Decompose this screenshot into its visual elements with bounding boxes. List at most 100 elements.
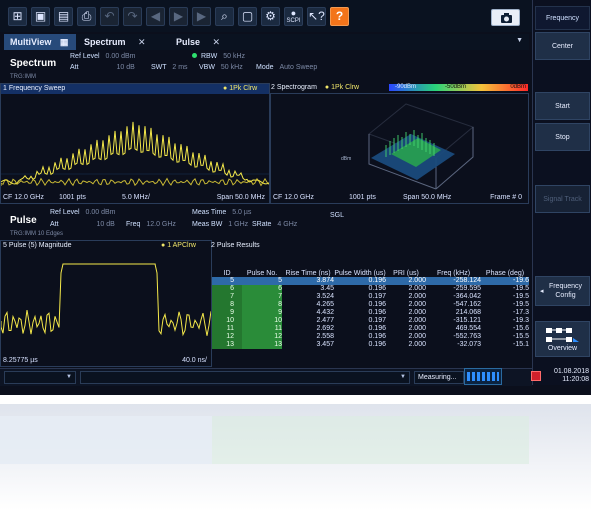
- spectrum-trigger: TRG:IMM: [10, 74, 36, 80]
- windows-icon[interactable]: ⊞: [8, 7, 27, 26]
- redo-icon[interactable]: ↷: [123, 7, 142, 26]
- camera-button[interactable]: [491, 9, 520, 26]
- save-icon[interactable]: ▤: [54, 7, 73, 26]
- status-date: 01.08.2018: [553, 368, 589, 375]
- pulse-meas-bw-value: 1 GHz: [228, 221, 249, 228]
- tab-close-icon[interactable]: ✕: [213, 37, 221, 47]
- table-row[interactable]: 13 13 3.457 0.196 2.000 -32.073 -15.1: [212, 341, 529, 349]
- spectrum-label: Spectrum: [10, 58, 57, 69]
- table-cell: -32.073: [457, 341, 481, 348]
- spectrogram-colorbar: -90dBm -50dBm 0dBm: [389, 84, 528, 91]
- table-cell: 13: [242, 341, 282, 349]
- softkey-overview[interactable]: Overview: [535, 321, 590, 357]
- panel-footer: CF 12.0 GHz 1001 pts 5.0 MHz/ Span 50.0 …: [1, 193, 269, 203]
- table-cell: 10: [212, 317, 242, 325]
- table-row[interactable]: 10 10 2.477 0.197 2.000 -315.121 -19.3: [212, 317, 529, 325]
- tab-close-icon[interactable]: ✕: [138, 37, 146, 47]
- status-dropdown-icon[interactable]: ▼: [400, 374, 406, 380]
- zoom-icon[interactable]: ⌕: [215, 7, 234, 26]
- table-row[interactable]: 12 12 2.558 0.196 2.000 -552.763 -15.5: [212, 333, 529, 341]
- forward2-icon[interactable]: ▶: [192, 7, 211, 26]
- progress-bar: [467, 372, 499, 381]
- help-icon[interactable]: ?: [330, 7, 349, 26]
- table-cell: -15.5: [513, 333, 529, 340]
- spectrum-plot: [1, 94, 269, 192]
- table-cell: 2.000: [408, 301, 426, 308]
- ref-level-value: 0.00 dBm: [105, 53, 136, 60]
- folder-icon[interactable]: ▣: [31, 7, 50, 26]
- pulse-magnitude-panel[interactable]: 5 Pulse (5) Magnitude ● 1 APClrw 8.25775…: [0, 240, 212, 367]
- spectrogram-trace: ● 1Pk Clrw: [324, 84, 360, 91]
- tab-grid-icon: ▦: [59, 37, 69, 47]
- table-cell: 11: [242, 325, 282, 333]
- table-cell: 12: [212, 333, 242, 341]
- swt-value: 2 ms: [172, 64, 188, 71]
- colorbar-min: -90dBm: [395, 84, 417, 90]
- table-cell: 2.000: [408, 341, 426, 348]
- softkey-frequency-config[interactable]: ◂ Frequency Config: [535, 276, 590, 306]
- table-row[interactable]: 6 6 3.45 0.196 2.000 -259.595 -19.5: [212, 285, 529, 293]
- overview-icon: [545, 327, 579, 342]
- table-row[interactable]: 7 7 3.524 0.197 2.000 -364.042 -19.5: [212, 293, 529, 301]
- att-label: Att: [70, 64, 79, 71]
- magnitude-trace: ● 1 APClrw: [161, 242, 196, 249]
- table-cell: 0.196: [334, 277, 386, 285]
- frequency-sweep-panel[interactable]: 1 Frequency Sweep ● 1Pk Clrw CF 12.0 GHz…: [0, 83, 270, 204]
- undo-icon[interactable]: ↶: [100, 7, 119, 26]
- softkey-center[interactable]: Center: [535, 32, 590, 60]
- spectrogram-title: 2 Spectrogram: [271, 84, 317, 91]
- back-icon[interactable]: ◀: [146, 7, 165, 26]
- status-dot-icon: [192, 53, 197, 58]
- pulse-label: Pulse: [10, 215, 37, 226]
- pulse-results-table[interactable]: ID Pulse No. Rise Time (ns) Pulse Width …: [212, 253, 529, 356]
- table-cell: 12: [242, 333, 282, 341]
- table-row[interactable]: 9 9 4.432 0.196 2.000 214.068 -17.3: [212, 309, 529, 317]
- table-cell: 2.000: [408, 285, 426, 292]
- table-header-row: ID Pulse No. Rise Time (ns) Pulse Width …: [212, 253, 529, 277]
- toolbar: ⊞ ▣ ▤ ⎙ ↶ ↷ ◀ ▶ ▶ ⌕ ▢ ⚙ ● SCPI ↖? ?: [0, 0, 532, 32]
- table-row[interactable]: 11 11 2.692 0.196 2.000 469.554 -15.6: [212, 325, 529, 333]
- tab-spectrum[interactable]: Spectrum ✕: [78, 34, 168, 50]
- help-pointer-icon[interactable]: ↖?: [307, 7, 326, 26]
- status-dropdown-icon[interactable]: ▼: [66, 374, 72, 380]
- measurement-progress: [464, 368, 502, 385]
- table-cell: 0.196: [368, 309, 386, 316]
- table-row[interactable]: 5 5 3.874 0.196 2.000 -258.124 -19.6: [212, 277, 529, 285]
- magnitude-footer-left: 8.25775 µs: [3, 357, 38, 364]
- softkey-start[interactable]: Start: [535, 92, 590, 120]
- tabs-dropdown-icon[interactable]: ▼: [516, 37, 523, 44]
- tab-label: MultiView: [10, 37, 52, 47]
- softkey-signal-track[interactable]: Signal Track: [535, 185, 590, 213]
- table-cell: 9: [212, 309, 242, 317]
- col-pulse-no: Pulse No.: [246, 270, 278, 277]
- table-cell: -19.5: [513, 301, 529, 308]
- magnitude-trace-name: 1 APClrw: [167, 242, 196, 249]
- table-cell: 2.000: [408, 333, 426, 340]
- table-cell: 11: [212, 325, 242, 333]
- softkey-stop[interactable]: Stop: [535, 123, 590, 151]
- measuring-status: Measuring...: [414, 371, 464, 384]
- pulse-ref-level-value: 0.00 dBm: [85, 209, 116, 216]
- settings-icon[interactable]: ⚙: [261, 7, 280, 26]
- pulse-meas-bw-label: Meas BW: [192, 221, 223, 228]
- forward-icon[interactable]: ▶: [169, 7, 188, 26]
- table-cell: -552.763: [453, 333, 481, 340]
- tab-multiview[interactable]: MultiView ▦: [4, 34, 76, 50]
- trace-name: 1Pk Clrw: [229, 85, 258, 92]
- trace-label: ● 1Pk Clrw: [223, 85, 258, 92]
- pulse-freq-value: 12.0 GHz: [146, 221, 176, 228]
- fullscreen-icon[interactable]: ▢: [238, 7, 257, 26]
- table-cell: 214.068: [455, 309, 481, 316]
- tab-pulse[interactable]: Pulse ✕: [170, 34, 250, 50]
- print-icon[interactable]: ⎙: [77, 7, 96, 26]
- magnitude-plot: [1, 251, 211, 355]
- col-phase: Phase (deg): [485, 270, 525, 277]
- scpi-icon[interactable]: ● SCPI: [284, 7, 303, 26]
- table-cell: 9: [242, 309, 282, 317]
- spectrogram-panel[interactable]: dBm CF 12.0 GHz 1001 pts Span 50.0 MHz F…: [270, 93, 529, 204]
- spectrum-ref-level: Ref Level 0.00 dBm: [70, 53, 136, 60]
- camera-icon: [501, 13, 512, 23]
- alert-icon[interactable]: [531, 371, 541, 381]
- table-row[interactable]: 8 8 4.265 0.196 2.000 -547.162 -19.5: [212, 301, 529, 309]
- table-cell: 8: [212, 301, 242, 309]
